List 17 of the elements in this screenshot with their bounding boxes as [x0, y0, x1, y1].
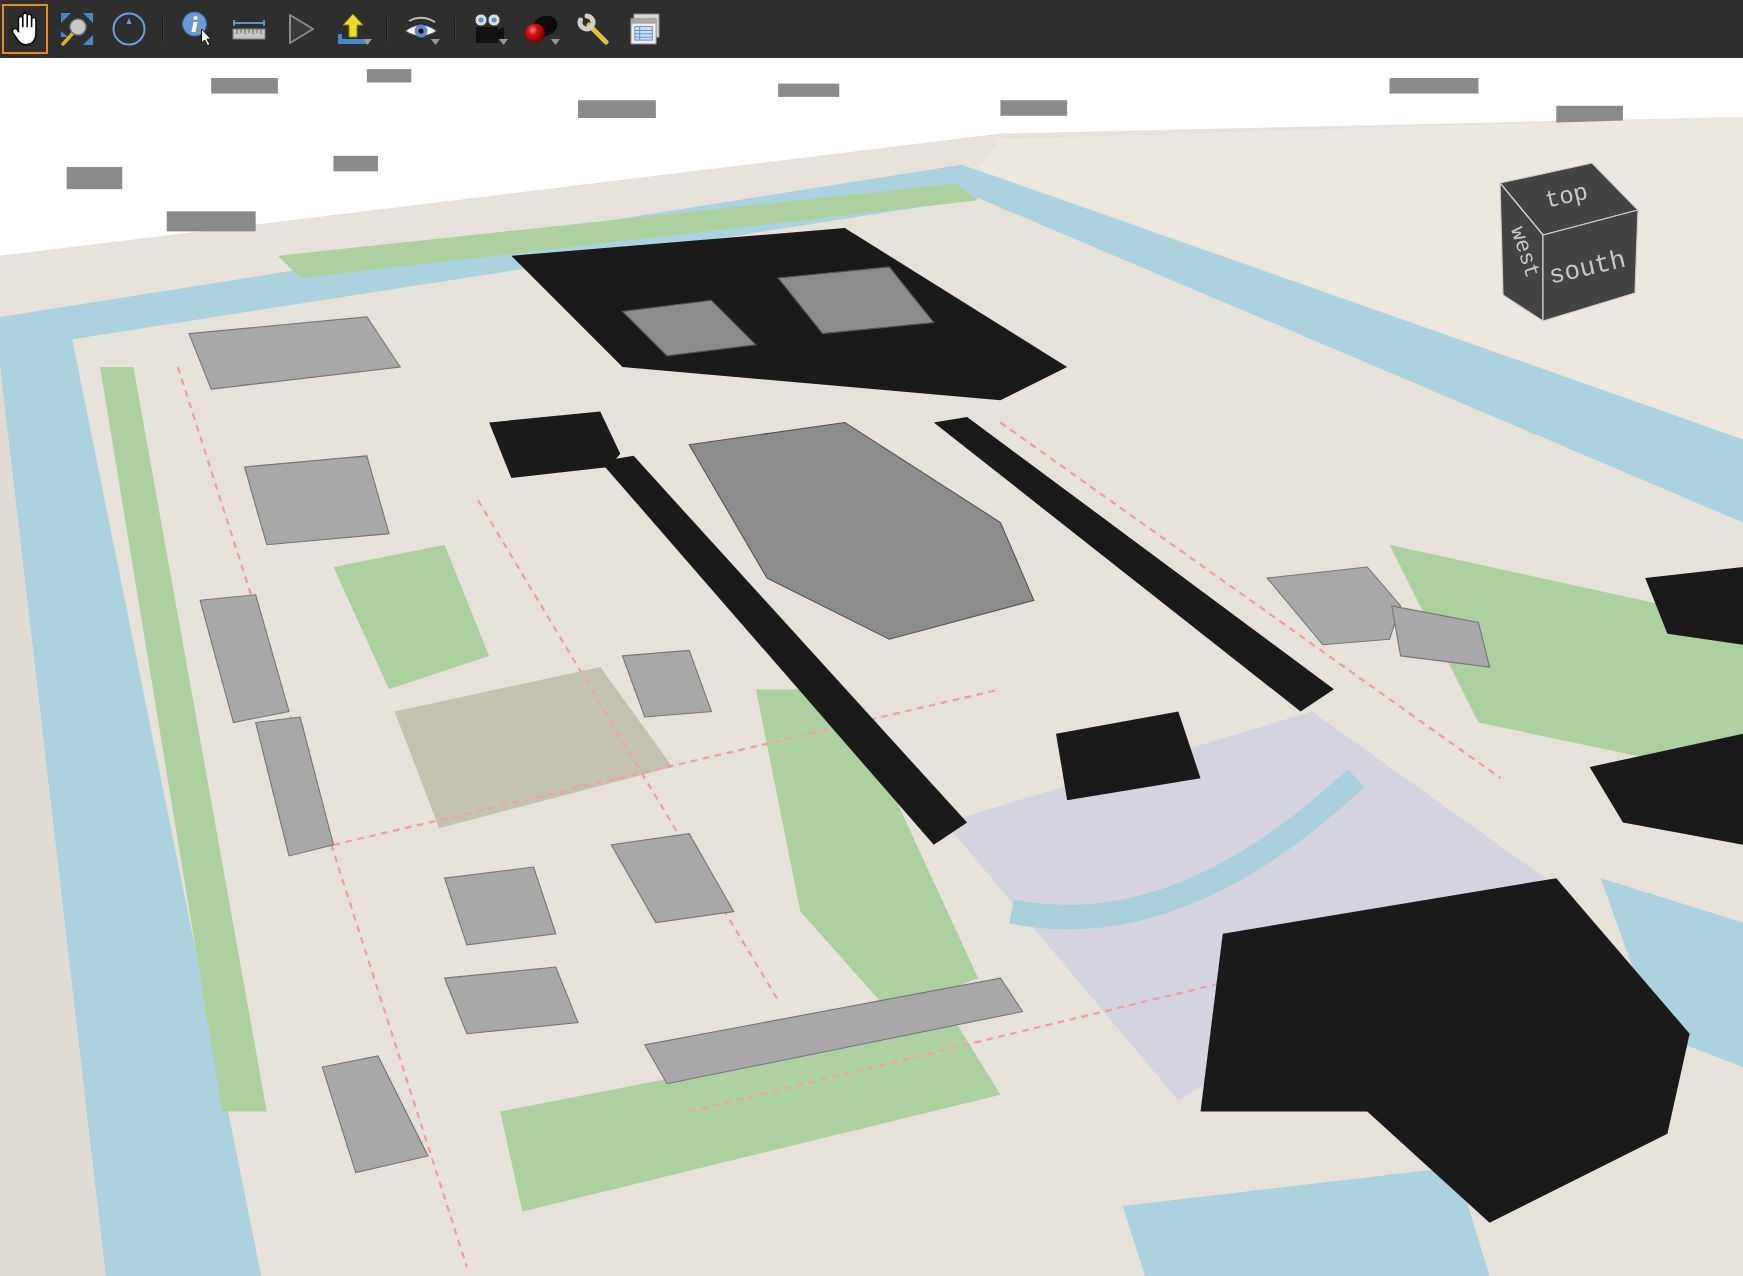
- movie-camera-icon: [473, 13, 505, 45]
- building-block: [366, 69, 412, 83]
- play-icon: [288, 13, 314, 45]
- sphere-icon: [524, 14, 558, 44]
- pan-button[interactable]: [2, 4, 48, 54]
- magnifier-arrows-icon: [60, 12, 94, 46]
- window-icon: [630, 13, 660, 45]
- compass-icon: [112, 12, 146, 46]
- hand-icon: [11, 12, 39, 46]
- building-block: [1000, 100, 1068, 116]
- info-pointer-icon: [181, 11, 213, 47]
- upload-arrow-icon: [337, 13, 369, 45]
- ruler-icon: [231, 18, 267, 40]
- view-cube-face[interactable]: west: [1499, 182, 1545, 322]
- view-cube-face[interactable]: south: [1542, 209, 1639, 322]
- building-block: [211, 78, 278, 94]
- wrench-icon: [577, 13, 609, 45]
